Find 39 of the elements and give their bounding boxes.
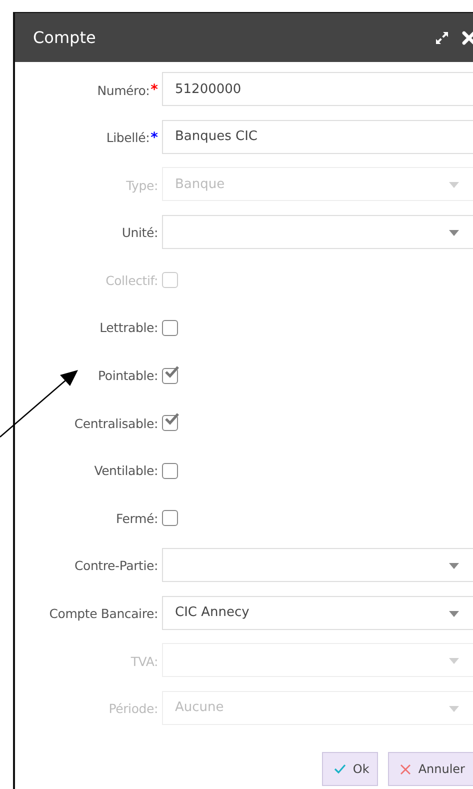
dropdown-field[interactable]: [162, 214, 473, 249]
dropdown-field[interactable]: [162, 548, 473, 582]
caret-icon: [449, 706, 459, 712]
field-label: Ventilable:: [94, 463, 158, 478]
field-label: Compte Bancaire:: [49, 606, 158, 622]
checkbox[interactable]: [162, 462, 178, 479]
field-label: Collectif:: [106, 272, 158, 288]
close-icon: [400, 764, 412, 775]
field-label: Lettrable:: [100, 320, 158, 336]
field-label: Libellé:: [106, 130, 150, 146]
caret-icon: [449, 182, 459, 188]
caret-icon: [449, 562, 459, 569]
field-label: Unité:: [122, 225, 158, 240]
dropdown-field[interactable]: CIC Annecy: [162, 596, 473, 630]
checkbox[interactable]: [162, 415, 178, 432]
field-label: TVA:: [130, 654, 158, 669]
field-label: Type:: [126, 178, 158, 193]
field-label: Numéro:: [97, 82, 150, 98]
caret-icon: [449, 658, 459, 664]
check-icon: [334, 764, 346, 774]
required-mark: *: [150, 130, 158, 146]
checkbox[interactable]: [162, 368, 178, 384]
text-field[interactable]: Banques CIC: [162, 120, 473, 154]
cancel-button[interactable]: Annuler: [388, 752, 473, 786]
caret-icon: [449, 230, 459, 236]
field-label: Fermé:: [116, 510, 158, 526]
ok-button[interactable]: Ok: [322, 752, 378, 786]
window-title: Compte: [33, 28, 97, 47]
close-icon[interactable]: [462, 30, 473, 44]
field-label: Contre-Partie:: [74, 558, 158, 574]
field-label: Pointable:: [98, 368, 158, 384]
checkbox[interactable]: [162, 510, 178, 526]
text-field[interactable]: 51200000: [162, 72, 473, 106]
field-label: Période:: [108, 701, 158, 716]
required-mark: *: [150, 82, 158, 98]
checkbox[interactable]: [162, 320, 178, 336]
expand-icon[interactable]: [434, 30, 450, 46]
caret-icon: [449, 610, 459, 617]
field-label: Centralisable:: [74, 416, 158, 431]
